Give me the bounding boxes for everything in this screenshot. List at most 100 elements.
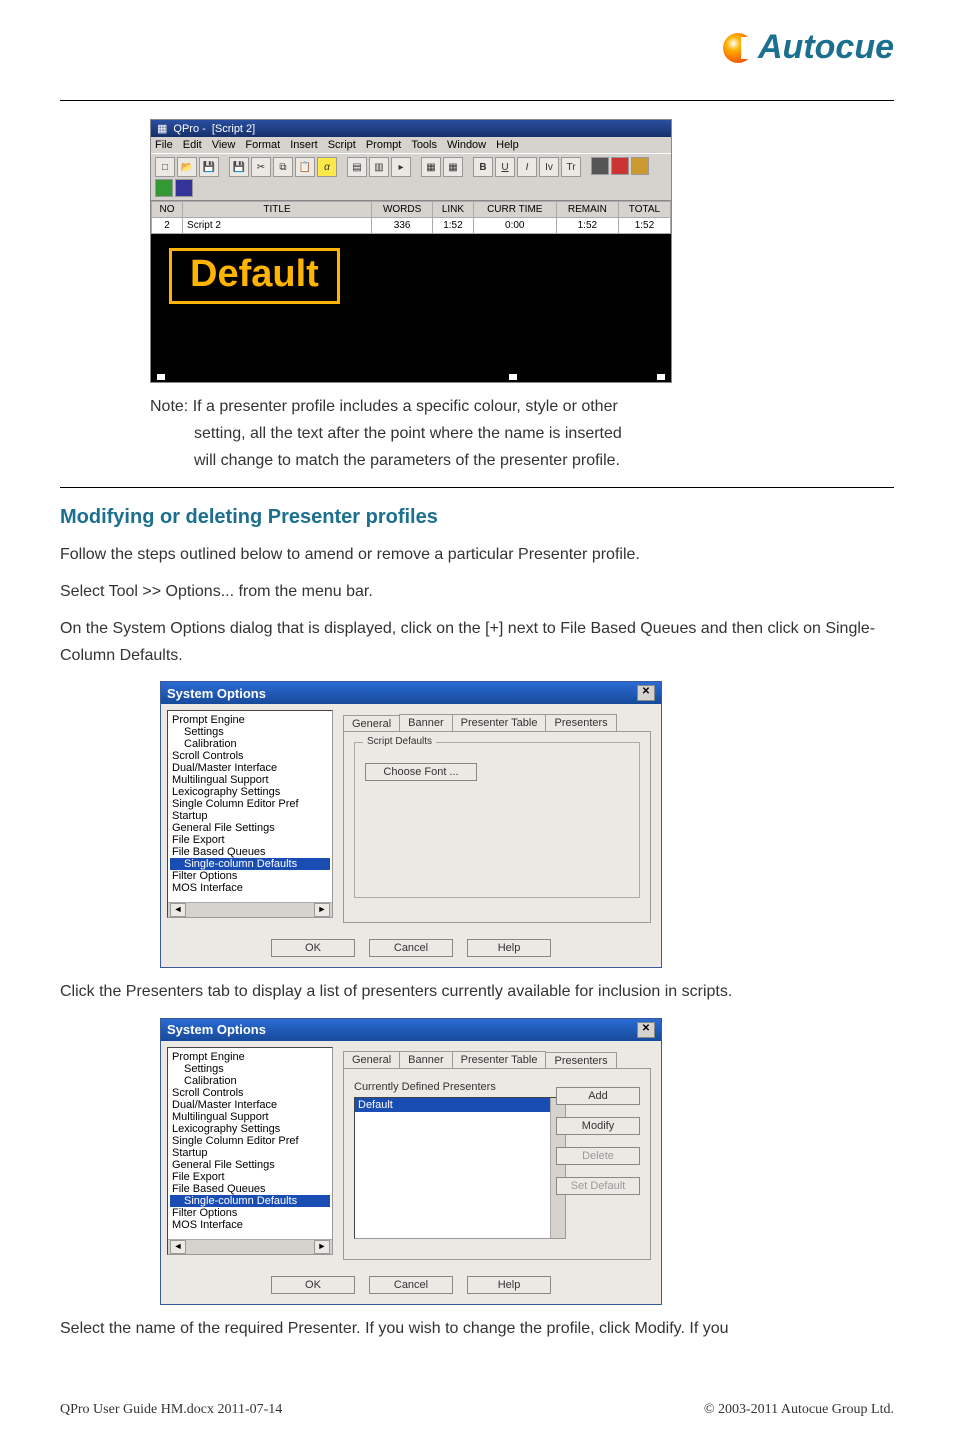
paste-icon[interactable]: 📋	[295, 157, 315, 177]
inverse-icon[interactable]: Iv	[539, 157, 559, 177]
italic-icon[interactable]: I	[517, 157, 537, 177]
save-icon[interactable]: 💾	[199, 157, 219, 177]
tree-item[interactable]: File Based Queues	[170, 1183, 330, 1195]
tree-item[interactable]: Filter Options	[170, 870, 330, 882]
tree-item[interactable]: General File Settings	[170, 1159, 330, 1171]
tree-item[interactable]: Lexicography Settings	[170, 786, 330, 798]
help-button[interactable]: Help	[467, 1276, 551, 1294]
para3: On the System Options dialog that is dis…	[60, 615, 894, 669]
cancel-button[interactable]: Cancel	[369, 939, 453, 957]
tree-item[interactable]: Multilingual Support	[170, 1111, 330, 1123]
col-remain: REMAIN	[556, 202, 618, 218]
tree-item[interactable]: Single-column Defaults	[170, 1195, 330, 1207]
qpro-menubar[interactable]: File Edit View Format Insert Script Prom…	[151, 137, 671, 153]
cut-icon[interactable]: ✂	[251, 157, 271, 177]
tab-presenters[interactable]: Presenters	[545, 1052, 616, 1069]
tree-item[interactable]: MOS Interface	[170, 1219, 330, 1231]
tree-item[interactable]: Startup	[170, 810, 330, 822]
doc2-icon[interactable]: ▦	[443, 157, 463, 177]
color-blue-icon[interactable]	[175, 179, 193, 197]
list-item[interactable]: Default	[355, 1098, 565, 1112]
list1-icon[interactable]: ▤	[347, 157, 367, 177]
add-button[interactable]: Add	[556, 1087, 640, 1105]
new-icon[interactable]: □	[155, 157, 175, 177]
scrollbar[interactable]: ◄►	[168, 902, 332, 917]
help-button[interactable]: Help	[467, 939, 551, 957]
ok-button[interactable]: OK	[271, 939, 355, 957]
tree-item[interactable]: Multilingual Support	[170, 774, 330, 786]
open-icon[interactable]: 📂	[177, 157, 197, 177]
tree-item[interactable]: Filter Options	[170, 1207, 330, 1219]
tree-item[interactable]: Settings	[170, 726, 330, 738]
menu-script[interactable]: Script	[328, 139, 356, 151]
tree-item[interactable]: Prompt Engine	[170, 714, 330, 726]
tree-item[interactable]: Scroll Controls	[170, 1087, 330, 1099]
set-default-button[interactable]: Set Default	[556, 1177, 640, 1195]
font-icon[interactable]: Tr	[561, 157, 581, 177]
bold-icon[interactable]: B	[473, 157, 493, 177]
tab-presenter-table[interactable]: Presenter Table	[452, 714, 547, 731]
tree-item[interactable]: Startup	[170, 1147, 330, 1159]
copy-icon[interactable]: ⧉	[273, 157, 293, 177]
modify-button[interactable]: Modify	[556, 1117, 640, 1135]
alpha-icon[interactable]: α	[317, 157, 337, 177]
choose-font-button[interactable]: Choose Font ...	[365, 763, 477, 781]
menu-insert[interactable]: Insert	[290, 139, 318, 151]
color-gray-icon[interactable]	[591, 157, 609, 175]
tab-presenter-table[interactable]: Presenter Table	[452, 1051, 547, 1068]
tree-item[interactable]: File Export	[170, 1171, 330, 1183]
color-red-icon[interactable]	[611, 157, 629, 175]
tree-item[interactable]: Lexicography Settings	[170, 1123, 330, 1135]
ok-button[interactable]: OK	[271, 1276, 355, 1294]
cancel-button[interactable]: Cancel	[369, 1276, 453, 1294]
doc1-icon[interactable]: ▦	[421, 157, 441, 177]
tree-item[interactable]: Single Column Editor Pref	[170, 1135, 330, 1147]
menu-tools[interactable]: Tools	[411, 139, 437, 151]
underline-icon[interactable]: U	[495, 157, 515, 177]
tab-banner[interactable]: Banner	[399, 714, 452, 731]
color-green-icon[interactable]	[155, 179, 173, 197]
delete-button[interactable]: Delete	[556, 1147, 640, 1165]
menu-edit[interactable]: Edit	[183, 139, 202, 151]
list2-icon[interactable]: ▥	[369, 157, 389, 177]
options-tree[interactable]: Prompt EngineSettingsCalibrationScroll C…	[167, 1047, 333, 1255]
col-no: NO	[152, 202, 183, 218]
tree-item[interactable]: File Based Queues	[170, 846, 330, 858]
table-row[interactable]: 2 Script 2 336 1:52 0:00 1:52 1:52	[152, 218, 671, 234]
close-icon[interactable]: ✕	[637, 685, 655, 701]
tree-item[interactable]: Dual/Master Interface	[170, 762, 330, 774]
scrollbar[interactable]: ◄►	[168, 1239, 332, 1254]
tree-item[interactable]: General File Settings	[170, 822, 330, 834]
menu-help[interactable]: Help	[496, 139, 519, 151]
arrow-icon[interactable]: ▸	[391, 157, 411, 177]
menu-file[interactable]: File	[155, 139, 173, 151]
app-icon: ▦	[157, 122, 167, 135]
tree-item[interactable]: Scroll Controls	[170, 750, 330, 762]
color-tan-icon[interactable]	[631, 157, 649, 175]
tab-banner[interactable]: Banner	[399, 1051, 452, 1068]
save2-icon[interactable]: 💾	[229, 157, 249, 177]
options-tree[interactable]: Prompt EngineSettingsCalibrationScroll C…	[167, 710, 333, 918]
menu-prompt[interactable]: Prompt	[366, 139, 401, 151]
tab-general[interactable]: General	[343, 715, 400, 732]
close-icon[interactable]: ✕	[637, 1022, 655, 1038]
tree-item[interactable]: Calibration	[170, 738, 330, 750]
tab-presenters[interactable]: Presenters	[545, 714, 616, 731]
menu-window[interactable]: Window	[447, 139, 486, 151]
tree-item[interactable]: Prompt Engine	[170, 1051, 330, 1063]
tree-item[interactable]: MOS Interface	[170, 882, 330, 894]
tree-item[interactable]: File Export	[170, 834, 330, 846]
separator	[465, 157, 471, 175]
tree-item[interactable]: Dual/Master Interface	[170, 1099, 330, 1111]
qpro-title-doc: [Script 2]	[212, 123, 255, 135]
tree-item[interactable]: Single Column Editor Pref	[170, 798, 330, 810]
menu-view[interactable]: View	[212, 139, 236, 151]
tab-general[interactable]: General	[343, 1051, 400, 1068]
menu-format[interactable]: Format	[245, 139, 280, 151]
cell-remain: 1:52	[556, 218, 618, 234]
tree-item[interactable]: Settings	[170, 1063, 330, 1075]
tree-item[interactable]: Single-column Defaults	[170, 858, 330, 870]
tree-item[interactable]: Calibration	[170, 1075, 330, 1087]
dialog-title: System Options	[167, 1022, 266, 1037]
presenters-list[interactable]: Default	[354, 1097, 566, 1239]
